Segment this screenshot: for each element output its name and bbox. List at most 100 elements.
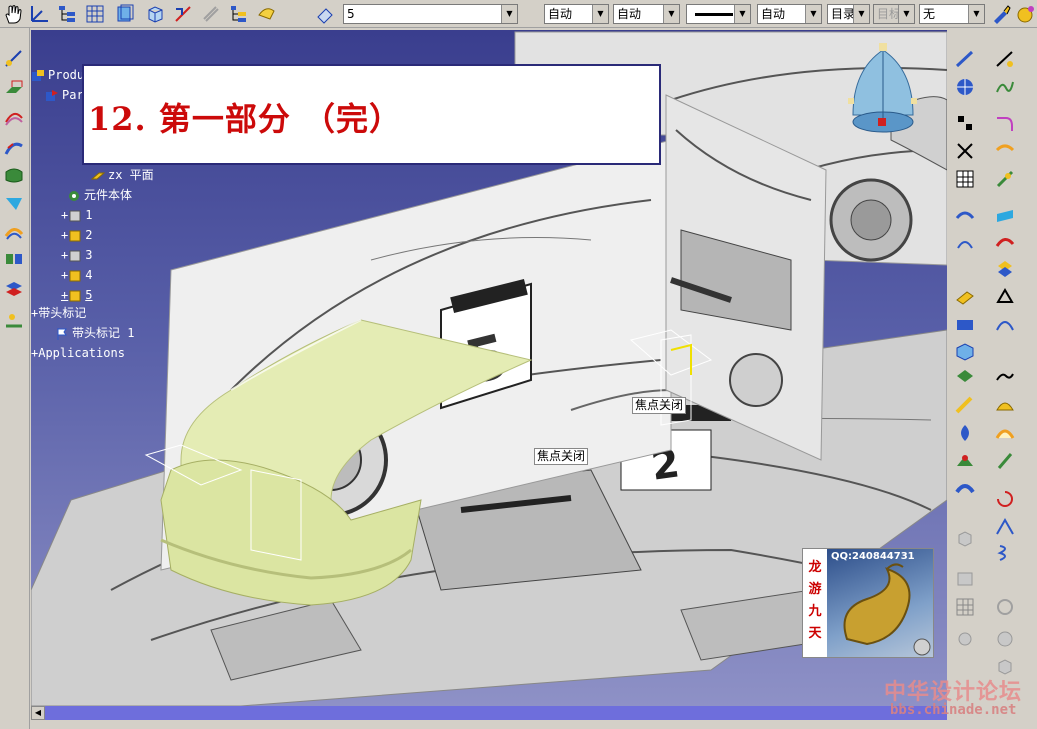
grid-icon[interactable] bbox=[84, 3, 106, 25]
tree-node-set-1[interactable]: +1 bbox=[61, 206, 92, 224]
tree-node-annotation-1[interactable]: 带头标记 1 bbox=[55, 324, 134, 342]
sketch-tool-icon[interactable] bbox=[3, 48, 25, 70]
paintbrush-icon[interactable] bbox=[990, 3, 1012, 25]
watermark-url: bbs.chinade.net bbox=[890, 702, 1017, 718]
pattern-icon[interactable] bbox=[954, 478, 976, 500]
right-toolbar bbox=[948, 28, 1037, 729]
helix-icon[interactable] bbox=[994, 168, 1016, 190]
top-toolbar: 5 ▼ 自动 ▼ 自动 ▼ ▼ 自动 ▼ 目录 ▼ 目标 ▼ 无 ▼ bbox=[0, 0, 1037, 28]
tree-node-annotations[interactable]: +带头标记 bbox=[31, 304, 86, 322]
chevron-down-icon[interactable]: ▼ bbox=[968, 5, 984, 23]
extract-icon[interactable] bbox=[994, 450, 1016, 472]
chevron-down-icon[interactable]: ▼ bbox=[592, 5, 608, 23]
dragon-logo: 龙 游 九 天 QQ:240844731 bbox=[802, 548, 934, 658]
scroll-left-arrow-icon[interactable]: ◀ bbox=[31, 706, 45, 720]
rebuild-icon[interactable] bbox=[994, 488, 1016, 510]
project-icon[interactable] bbox=[954, 204, 976, 226]
table-grid-icon[interactable] bbox=[954, 168, 976, 190]
edge-fillet-icon[interactable] bbox=[994, 516, 1016, 538]
connect-curve-icon[interactable] bbox=[994, 140, 1016, 162]
layer-combo[interactable]: 5 ▼ bbox=[343, 4, 518, 24]
fill-surface-icon[interactable] bbox=[3, 164, 25, 186]
disabled-sphere-icon bbox=[997, 631, 1013, 647]
watermark: 中华设计论坛 bbs.chinade.net bbox=[880, 670, 1032, 722]
tree-node-set-4[interactable]: +4 bbox=[61, 266, 92, 284]
chevron-down-icon[interactable]: ▼ bbox=[663, 5, 679, 23]
tree-node-zx-plane[interactable]: zx 平面 bbox=[91, 166, 154, 184]
point-tool-icon[interactable] bbox=[3, 308, 25, 330]
style-combo[interactable]: 目录 ▼ bbox=[827, 4, 870, 24]
hand-pointer-icon[interactable] bbox=[2, 3, 24, 25]
fillet-icon[interactable] bbox=[954, 450, 976, 472]
banner-title: 12. 第一部分 （完） bbox=[88, 100, 402, 138]
surface-patch-icon[interactable] bbox=[954, 366, 976, 388]
chevron-down-icon[interactable]: ▼ bbox=[734, 5, 750, 23]
focus-off-label-1[interactable]: 焦点关闭 bbox=[632, 397, 687, 414]
geometric-set-icon bbox=[69, 230, 81, 241]
arc-icon[interactable] bbox=[994, 314, 1016, 336]
spring-icon[interactable] bbox=[994, 542, 1016, 564]
tree-icon[interactable] bbox=[56, 3, 78, 25]
curve-smooth-icon[interactable] bbox=[994, 366, 1016, 388]
spline-tool-icon[interactable] bbox=[994, 76, 1016, 98]
extremum-icon[interactable] bbox=[954, 140, 976, 162]
multi-section-icon[interactable] bbox=[3, 136, 25, 158]
tree-node-applications[interactable]: +Applications bbox=[31, 344, 125, 362]
geometric-set-icon bbox=[69, 270, 81, 281]
revolve-icon[interactable] bbox=[954, 422, 976, 444]
focus-off-label-2[interactable]: 焦点关闭 bbox=[534, 448, 589, 465]
boundary-icon[interactable] bbox=[994, 422, 1016, 444]
loft-icon[interactable] bbox=[994, 394, 1016, 416]
cube-icon[interactable] bbox=[144, 3, 166, 25]
extrude-surface-icon[interactable] bbox=[3, 78, 25, 100]
swap-visible-icon[interactable] bbox=[172, 3, 194, 25]
linetype-combo[interactable]: 自动 ▼ bbox=[613, 4, 680, 24]
logo-vertical-text: 龙 游 九 天 bbox=[803, 549, 827, 657]
product-icon bbox=[32, 69, 44, 81]
left-toolbar bbox=[0, 28, 30, 729]
split-icon[interactable] bbox=[3, 278, 25, 300]
specification-tree-icon[interactable] bbox=[228, 3, 250, 25]
horizontal-scrollbar[interactable]: ◀ bbox=[31, 706, 947, 720]
sweep-icon[interactable] bbox=[954, 286, 976, 308]
line-sample bbox=[695, 13, 733, 16]
line-preview-combo[interactable]: ▼ bbox=[686, 4, 751, 24]
geometric-set-icon bbox=[69, 290, 81, 301]
tree-node-set-2[interactable]: +2 bbox=[61, 226, 92, 244]
rotate-icon[interactable] bbox=[954, 394, 976, 416]
offset-surface-icon[interactable] bbox=[3, 220, 25, 242]
line-tool-icon[interactable] bbox=[994, 48, 1016, 70]
silhouette-icon[interactable] bbox=[994, 286, 1016, 308]
parallel-curve-icon[interactable] bbox=[954, 232, 976, 254]
axis-system-icon[interactable] bbox=[28, 3, 50, 25]
sphere-icon[interactable] bbox=[1014, 3, 1036, 25]
corner-icon[interactable] bbox=[994, 112, 1016, 134]
points-icon[interactable] bbox=[954, 112, 976, 134]
weight-combo[interactable]: 自动 ▼ bbox=[757, 4, 822, 24]
intersect-icon[interactable] bbox=[994, 204, 1016, 226]
tree-node-set-5[interactable]: +5 bbox=[61, 286, 92, 304]
reflect-line-icon[interactable] bbox=[994, 258, 1016, 280]
thicken-icon[interactable] bbox=[954, 340, 976, 362]
join-icon[interactable] bbox=[3, 248, 25, 270]
chevron-down-icon[interactable]: ▼ bbox=[853, 5, 869, 23]
chevron-down-icon[interactable]: ▼ bbox=[501, 5, 517, 23]
sweep-surface-icon[interactable] bbox=[3, 106, 25, 128]
annotation-flag-icon bbox=[57, 327, 67, 340]
chevron-down-icon[interactable]: ▼ bbox=[805, 5, 821, 23]
mesh-grid-icon[interactable] bbox=[954, 596, 976, 618]
tree-node-set-3[interactable]: +3 bbox=[61, 246, 92, 264]
tree-node-part-body[interactable]: 元件本体 bbox=[67, 186, 132, 204]
eraser-icon[interactable] bbox=[314, 3, 336, 25]
none-combo[interactable]: 无 ▼ bbox=[919, 4, 985, 24]
fly-mode-icon[interactable] bbox=[256, 3, 278, 25]
title-banner: 12. 第一部分 （完） bbox=[82, 64, 661, 165]
blend-icon[interactable] bbox=[3, 192, 25, 214]
close-surface-icon[interactable] bbox=[954, 314, 976, 336]
combine-icon[interactable] bbox=[994, 232, 1016, 254]
curve-tool-icon[interactable] bbox=[954, 48, 976, 70]
color-combo[interactable]: 自动 ▼ bbox=[544, 4, 609, 24]
geometric-set-icon bbox=[69, 250, 81, 261]
layer-stack-icon[interactable] bbox=[114, 3, 136, 25]
sphere-grid-icon[interactable] bbox=[954, 76, 976, 98]
